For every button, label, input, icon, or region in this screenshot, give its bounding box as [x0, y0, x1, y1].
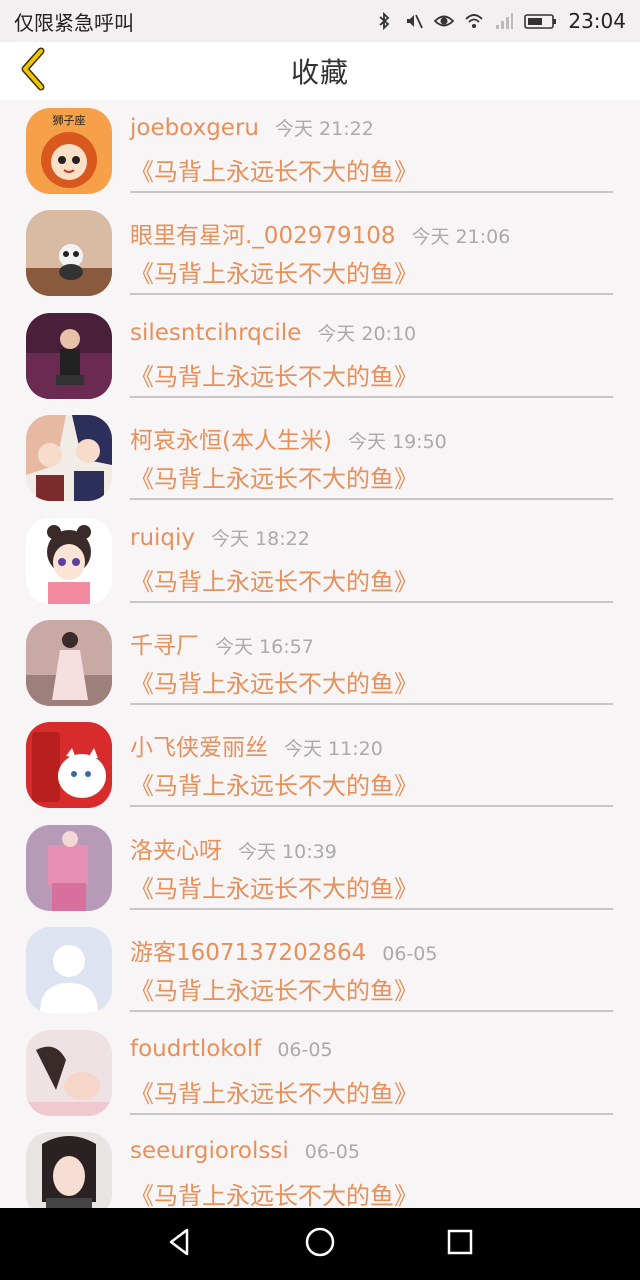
book-title[interactable]: 《马背上永远长不大的鱼》: [130, 459, 418, 494]
timestamp: 今天 21:22: [274, 118, 374, 140]
timestamp: 06-05: [304, 1140, 360, 1163]
nav-back-icon: [165, 1227, 195, 1261]
nav-back-button[interactable]: [160, 1224, 200, 1264]
avatar[interactable]: [26, 1131, 112, 1208]
chevron-left-icon: [17, 47, 51, 95]
username[interactable]: foudrtlokolf: [130, 1036, 261, 1062]
username[interactable]: 柯哀永恒(本人生米): [130, 421, 332, 455]
timestamp: 06-05: [382, 943, 438, 966]
username[interactable]: seeurgiorolssi: [130, 1138, 289, 1164]
username[interactable]: 千寻厂: [130, 626, 199, 660]
nav-recents-button[interactable]: [440, 1224, 480, 1264]
avatar[interactable]: [26, 517, 112, 604]
system-nav-bar: [0, 1208, 640, 1280]
nav-recents-icon: [446, 1228, 474, 1260]
avatar[interactable]: 狮子座: [26, 108, 112, 194]
carrier-text: 仅限紧急呼叫: [14, 10, 134, 35]
book-title[interactable]: 《马背上永远长不大的鱼》: [130, 766, 418, 801]
timestamp: 今天 19:50: [347, 431, 447, 454]
list-item[interactable]: 眼里有星河._002979108 今天 21:06 《马背上永远长不大的鱼》: [0, 202, 640, 304]
avatar[interactable]: [26, 1029, 112, 1116]
avatar[interactable]: [26, 210, 112, 297]
list-item[interactable]: 小飞侠爱丽丝 今天 11:20 《马背上永远长不大的鱼》: [0, 714, 640, 816]
divider: [130, 702, 613, 705]
book-title[interactable]: 《马背上永远长不大的鱼》: [130, 1176, 418, 1208]
divider: [130, 293, 613, 296]
mute-icon: [404, 11, 424, 31]
username[interactable]: 眼里有星河._002979108: [130, 216, 396, 250]
username[interactable]: 游客1607137202864: [130, 933, 366, 967]
book-title[interactable]: 《马背上永远长不大的鱼》: [130, 664, 418, 699]
username[interactable]: joeboxgeru: [130, 115, 259, 141]
timestamp: 今天 18:22: [211, 527, 310, 550]
divider: [130, 907, 613, 910]
nav-home-icon: [304, 1226, 336, 1262]
bluetooth-icon: [374, 11, 394, 31]
avatar[interactable]: [26, 415, 112, 502]
timestamp: 今天 16:57: [215, 635, 314, 658]
book-title[interactable]: 《马背上永远长不大的鱼》: [130, 562, 418, 597]
status-time: 23:04: [568, 9, 626, 33]
timestamp: 今天 11:20: [284, 738, 383, 761]
page-title: 收藏: [290, 56, 349, 89]
divider: [130, 191, 613, 193]
divider: [130, 498, 613, 501]
eye-icon: [434, 11, 455, 31]
list-item[interactable]: 游客1607137202864 06-05 《马背上永远长不大的鱼》: [0, 919, 640, 1021]
divider: [130, 600, 613, 603]
book-title[interactable]: 《马背上永远长不大的鱼》: [130, 357, 418, 392]
svg-text:狮子座: 狮子座: [53, 113, 86, 127]
avatar[interactable]: [26, 722, 112, 809]
status-bar: 仅限紧急呼叫 23:04: [0, 0, 640, 42]
book-title[interactable]: 《马背上永远长不大的鱼》: [130, 152, 418, 187]
list-item[interactable]: 狮子座 joeboxgeru 今天 21:22 《马背上永远长不大的鱼》: [0, 100, 640, 202]
avatar[interactable]: [26, 619, 112, 706]
list-item[interactable]: foudrtlokolf 06-05 《马背上永远长不大的鱼》: [0, 1022, 640, 1124]
book-title[interactable]: 《马背上永远长不大的鱼》: [130, 971, 418, 1006]
divider: [130, 1112, 613, 1115]
timestamp: 今天 20:10: [317, 322, 417, 345]
wifi-icon: [464, 11, 484, 31]
divider: [130, 395, 613, 398]
timestamp: 今天 21:06: [411, 226, 511, 249]
book-title[interactable]: 《马背上永远长不大的鱼》: [130, 1074, 418, 1109]
signal-icon: [494, 11, 514, 31]
battery-icon: [524, 11, 558, 31]
username[interactable]: ruiqiy: [130, 525, 195, 551]
status-icons: 23:04: [374, 9, 626, 33]
app-bar: 收藏: [0, 42, 640, 100]
back-button[interactable]: [12, 47, 56, 95]
username[interactable]: silesntcihrqcile: [130, 320, 301, 346]
divider: [130, 1010, 613, 1013]
book-title[interactable]: 《马背上永远长不大的鱼》: [130, 254, 418, 289]
timestamp: 今天 10:39: [238, 840, 337, 863]
avatar[interactable]: [26, 312, 112, 399]
list-item[interactable]: 洛夹心呀 今天 10:39 《马背上永远长不大的鱼》: [0, 817, 640, 919]
list-item[interactable]: silesntcihrqcile 今天 20:10 《马背上永远长不大的鱼》: [0, 305, 640, 407]
list-item[interactable]: 千寻厂 今天 16:57 《马背上永远长不大的鱼》: [0, 612, 640, 714]
list-item[interactable]: seeurgiorolssi 06-05 《马背上永远长不大的鱼》: [0, 1124, 640, 1208]
divider: [130, 805, 613, 808]
nav-home-button[interactable]: [300, 1224, 340, 1264]
avatar[interactable]: [26, 824, 112, 911]
list-item[interactable]: ruiqiy 今天 18:22 《马背上永远长不大的鱼》: [0, 510, 640, 612]
username[interactable]: 小飞侠爱丽丝: [130, 728, 268, 762]
book-title[interactable]: 《马背上永远长不大的鱼》: [130, 869, 418, 904]
username[interactable]: 洛夹心呀: [130, 831, 222, 865]
timestamp: 06-05: [277, 1038, 333, 1061]
favorites-list[interactable]: 狮子座 joeboxgeru 今天 21:22 《马背上永远长不大的鱼》 眼里有…: [0, 100, 640, 1208]
list-item[interactable]: 柯哀永恒(本人生米) 今天 19:50 《马背上永远长不大的鱼》: [0, 407, 640, 509]
avatar[interactable]: [26, 927, 112, 1014]
